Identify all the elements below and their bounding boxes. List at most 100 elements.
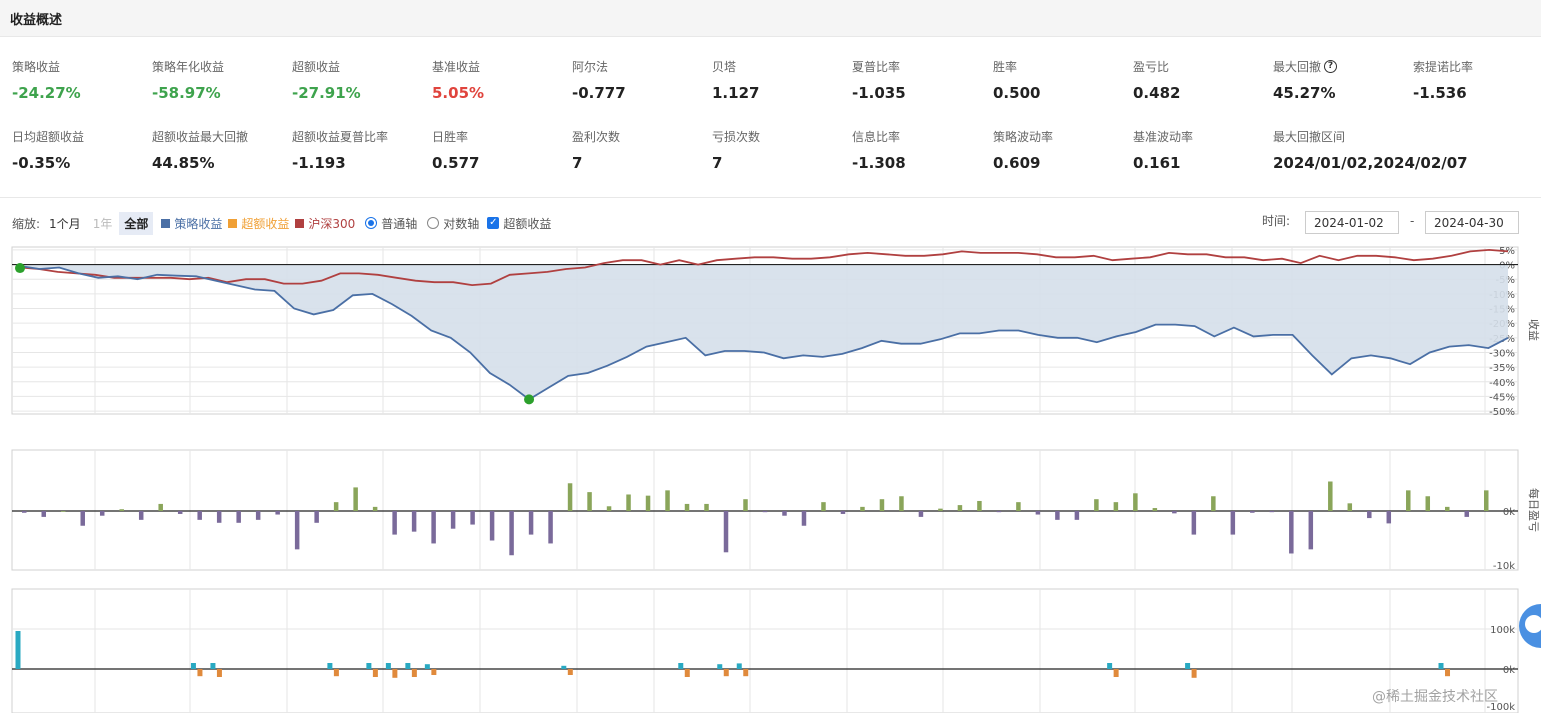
zoom-1year-button[interactable]: 1年 bbox=[88, 212, 118, 235]
pnl-bar bbox=[1367, 511, 1372, 519]
metric-label: 盈亏比 bbox=[1133, 58, 1273, 75]
metric-label-text: 超额收益最大回撤 bbox=[152, 130, 249, 144]
normal-axis-radio[interactable] bbox=[365, 217, 378, 229]
charts-area: 5%0%-5%-10%-15%-20%-25%-30%-35%-40%-45%-… bbox=[11, 246, 1541, 713]
normal-axis-label[interactable]: 普通轴 bbox=[381, 215, 417, 232]
pnl-bar bbox=[528, 511, 534, 535]
buy-bar bbox=[1185, 663, 1191, 669]
legend-excess[interactable]: 超额收益 bbox=[228, 215, 289, 232]
pnl-bar bbox=[723, 511, 729, 553]
metric-label-text: 最大回撤 bbox=[1273, 60, 1322, 74]
pnl-bar bbox=[1308, 511, 1314, 550]
metric-label: 最大回撤区间 bbox=[1273, 128, 1533, 145]
pnl-bar bbox=[1230, 511, 1236, 535]
metric-value: -27.91% bbox=[292, 84, 361, 102]
sell-bar bbox=[1191, 669, 1197, 678]
pnl-bar bbox=[1113, 502, 1119, 511]
pnl-bar bbox=[1406, 490, 1411, 511]
buy-bar bbox=[405, 663, 411, 669]
metric-label: 策略年化收益 bbox=[152, 58, 292, 75]
legend-strategy-swatch bbox=[161, 218, 171, 228]
metric-label: 盈利次数 bbox=[572, 128, 712, 145]
date-separator: - bbox=[1410, 214, 1415, 228]
metric-value: 44.85% bbox=[152, 154, 215, 172]
end-date-input[interactable]: 2024-04-30 bbox=[1425, 211, 1519, 234]
pnl-bar bbox=[977, 500, 982, 511]
pnl-axis-title: 每日盈亏 bbox=[1527, 488, 1541, 532]
time-label: 时间: bbox=[1262, 214, 1291, 228]
pnl-bar bbox=[645, 495, 651, 511]
legend-strategy[interactable]: 策略收益 bbox=[161, 215, 222, 232]
metric-label-text: 日均超额收益 bbox=[12, 130, 85, 144]
log-axis-radio[interactable] bbox=[427, 217, 440, 229]
pnl-bar bbox=[1289, 511, 1294, 554]
pnl-bar bbox=[918, 511, 924, 517]
trades-y-tick: 100k bbox=[1490, 625, 1515, 636]
metric-item: 最大回撤? 45.27% bbox=[1273, 58, 1413, 102]
header-bar: 收益概述 bbox=[0, 0, 1541, 37]
buy-bar bbox=[327, 663, 333, 669]
metric-value: 7 bbox=[712, 154, 723, 172]
metric-label: 超额收益最大回撤 bbox=[152, 128, 292, 145]
pnl-bar bbox=[1347, 503, 1353, 511]
log-axis-label[interactable]: 对数轴 bbox=[443, 215, 479, 232]
sell-bar bbox=[392, 669, 398, 678]
pnl-y-tick: 0k bbox=[1503, 507, 1515, 518]
sell-bar bbox=[723, 669, 729, 677]
start-date-input[interactable]: 2024-01-02 bbox=[1305, 211, 1399, 234]
metric-label-text: 索提诺比率 bbox=[1413, 60, 1474, 74]
pnl-bar bbox=[1191, 511, 1197, 535]
buy-bar bbox=[190, 663, 196, 669]
metric-label-text: 基准收益 bbox=[432, 60, 481, 74]
sell-bar bbox=[567, 669, 573, 675]
metric-label: 胜率 bbox=[993, 58, 1133, 75]
metric-value: -24.27% bbox=[12, 84, 81, 102]
legend-benchmark-swatch bbox=[295, 218, 305, 228]
zoom-label: 缩放: bbox=[12, 216, 41, 231]
metric-label-text: 夏普比率 bbox=[852, 60, 901, 74]
pnl-bar bbox=[411, 511, 417, 532]
pnl-bar bbox=[1328, 481, 1333, 511]
metric-value: 0.577 bbox=[432, 154, 480, 172]
pnl-bar bbox=[236, 511, 241, 523]
pnl-bar bbox=[294, 511, 300, 550]
pnl-bar bbox=[587, 492, 592, 511]
metric-item: 盈亏比 0.482 bbox=[1133, 58, 1273, 102]
metric-item: 最大回撤区间 2024/01/02,2024/02/07 bbox=[1273, 128, 1533, 172]
metric-item: 日胜率 0.577 bbox=[432, 128, 572, 172]
metric-value: -1.035 bbox=[852, 84, 906, 102]
metric-label-text: 贝塔 bbox=[712, 60, 737, 74]
pnl-bar bbox=[1269, 511, 1275, 513]
metric-label: 超额收益夏普比率 bbox=[292, 128, 432, 145]
legend-benchmark[interactable]: 沪深300 bbox=[295, 215, 355, 232]
sell-bar bbox=[1113, 669, 1119, 677]
metric-label: 贝塔 bbox=[712, 58, 852, 75]
pnl-bar bbox=[743, 499, 748, 511]
pnl-bar bbox=[801, 511, 807, 526]
chart-toolbar: 缩放: 1个月 1年 全部 策略收益 超额收益 沪深300 普通轴 对数轴 ✓ … bbox=[12, 211, 551, 235]
pnl-bar bbox=[333, 502, 339, 511]
metric-item: 超额收益夏普比率 -1.193 bbox=[292, 128, 432, 172]
pnl-bar bbox=[996, 511, 1002, 513]
help-icon[interactable]: ? bbox=[1324, 60, 1338, 73]
metric-item: 贝塔 1.127 bbox=[712, 58, 852, 102]
metric-item: 策略波动率 0.609 bbox=[993, 128, 1133, 172]
pnl-bar bbox=[119, 509, 124, 511]
zoom-all-button[interactable]: 全部 bbox=[119, 211, 154, 235]
pnl-bar bbox=[1386, 511, 1392, 524]
metric-label: 日胜率 bbox=[432, 128, 572, 145]
metric-label: 索提诺比率 bbox=[1413, 58, 1541, 75]
metric-item: 基准收益 5.05% bbox=[432, 58, 572, 102]
metric-label: 超额收益 bbox=[292, 58, 432, 75]
pnl-bar bbox=[138, 511, 144, 520]
metric-item: 索提诺比率 -1.536 bbox=[1413, 58, 1541, 102]
pnl-bar bbox=[314, 511, 319, 523]
zoom-1month-button[interactable]: 1个月 bbox=[44, 212, 86, 235]
metric-value: 0.609 bbox=[993, 154, 1041, 172]
pnl-bar bbox=[1250, 511, 1255, 513]
legend-excess-swatch bbox=[228, 218, 238, 228]
excess-return-toggle-label[interactable]: 超额收益 bbox=[503, 215, 551, 232]
buy-bar bbox=[561, 665, 567, 669]
metric-value: 2024/01/02,2024/02/07 bbox=[1273, 154, 1468, 172]
excess-return-checkbox[interactable]: ✓ bbox=[487, 217, 500, 229]
